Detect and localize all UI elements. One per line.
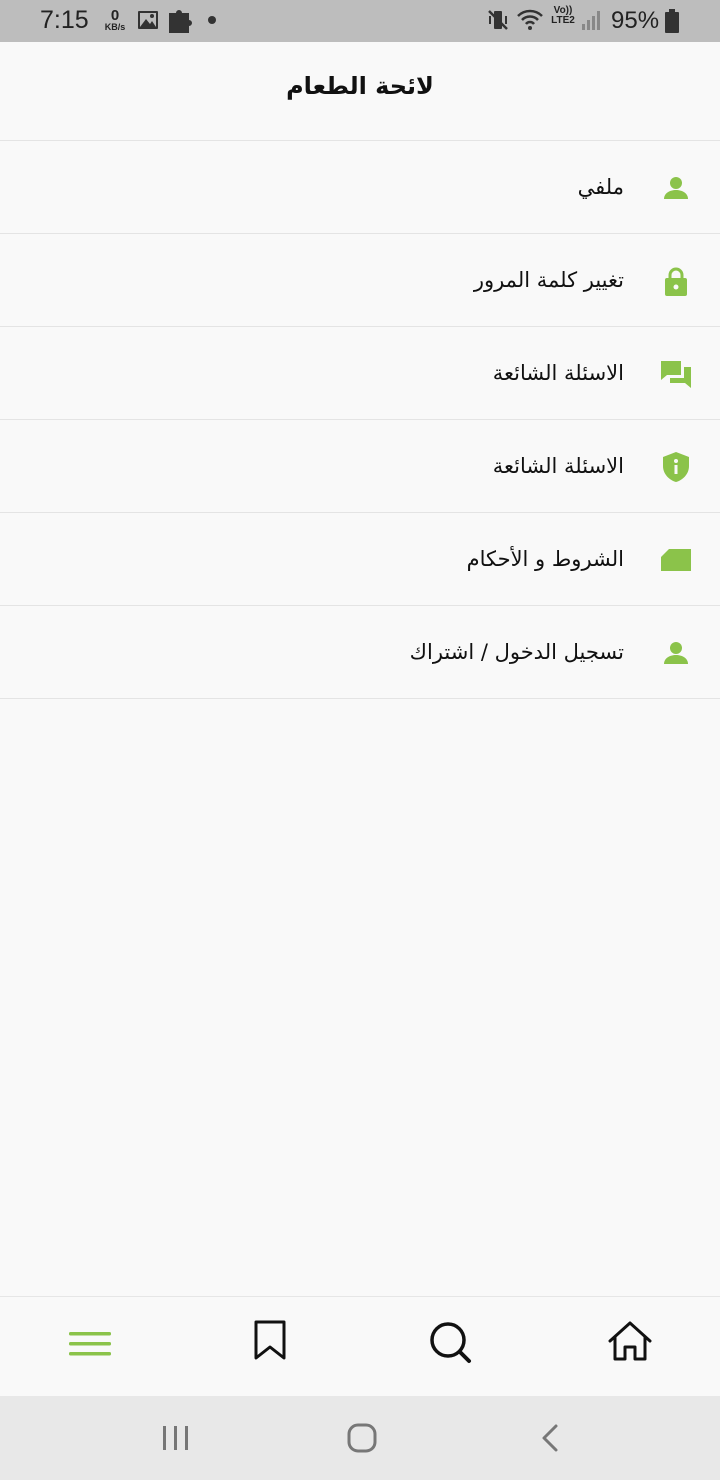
signal-strength-icon [580, 8, 602, 36]
menu-item-label: الاسئلة الشائعة [492, 361, 624, 385]
menu-item-login-signup[interactable]: تسجيل الدخول / اشتراك [0, 606, 720, 699]
person-icon [660, 637, 692, 669]
system-back-button[interactable] [530, 1418, 570, 1458]
system-navigation-bar [0, 1396, 720, 1480]
lock-icon [660, 265, 692, 297]
recent-apps-button[interactable] [156, 1418, 196, 1458]
menu-item-change-password[interactable]: تغيير كلمة المرور [0, 234, 720, 327]
home-circle-icon [342, 1423, 382, 1462]
search-icon [420, 1322, 480, 1377]
battery-icon [664, 8, 680, 38]
puzzle-icon [166, 5, 196, 39]
menu-item-label: تغيير كلمة المرور [473, 268, 624, 292]
system-home-button[interactable] [342, 1418, 382, 1458]
page-title: لائحة الطعام [286, 72, 434, 100]
nav-search-button[interactable] [420, 1313, 480, 1373]
menu-item-terms[interactable]: الشروط و الأحكام [0, 513, 720, 606]
notification-dot [208, 16, 216, 24]
home-icon [600, 1321, 660, 1377]
menu-item-label: الاسئلة الشائعة [492, 454, 624, 478]
status-time: 7:15 [40, 6, 89, 34]
nav-home-button[interactable] [600, 1313, 660, 1373]
nav-bookmarks-button[interactable] [240, 1313, 300, 1373]
menu-item-label: الشروط و الأحكام [466, 547, 624, 571]
menu-item-label: ملفي [577, 175, 624, 199]
menu-item-profile[interactable]: ملفي [0, 141, 720, 234]
status-bar: 7:15 0 KB/s Vo)) LTE2 95% [0, 0, 720, 42]
vibrate-mute-icon [486, 8, 510, 36]
bottom-navigation [0, 1296, 720, 1397]
data-speed-value: 0 [110, 7, 120, 24]
recent-apps-icon [156, 1426, 196, 1462]
chat-bubbles-icon [660, 358, 692, 390]
data-speed-indicator: 0 KB/s [101, 8, 129, 32]
menu-item-faq[interactable]: الاسئلة الشائعة [0, 327, 720, 420]
bookmark-icon [240, 1320, 300, 1377]
wifi-icon [515, 8, 545, 36]
back-chevron-icon [530, 1424, 570, 1462]
hamburger-menu-icon [60, 1332, 120, 1377]
person-icon [660, 172, 692, 204]
battery-percentage: 95% [611, 7, 660, 34]
ticket-icon [660, 544, 692, 576]
menu-item-label: تسجيل الدخول / اشتراك [409, 640, 624, 664]
menu-list: ملفي تغيير كلمة المرور الاسئلة الشائعة ا… [0, 141, 720, 699]
nav-menu-button[interactable] [60, 1313, 120, 1373]
lte-label: LTE2 [551, 15, 575, 26]
data-speed-unit: KB/s [104, 22, 126, 32]
gallery-icon [136, 8, 160, 36]
volte-indicator: Vo)) LTE2 [548, 6, 578, 26]
app-header: لائحة الطعام [0, 42, 720, 141]
menu-item-faq-2[interactable]: الاسئلة الشائعة [0, 420, 720, 513]
shield-info-icon [660, 451, 692, 483]
